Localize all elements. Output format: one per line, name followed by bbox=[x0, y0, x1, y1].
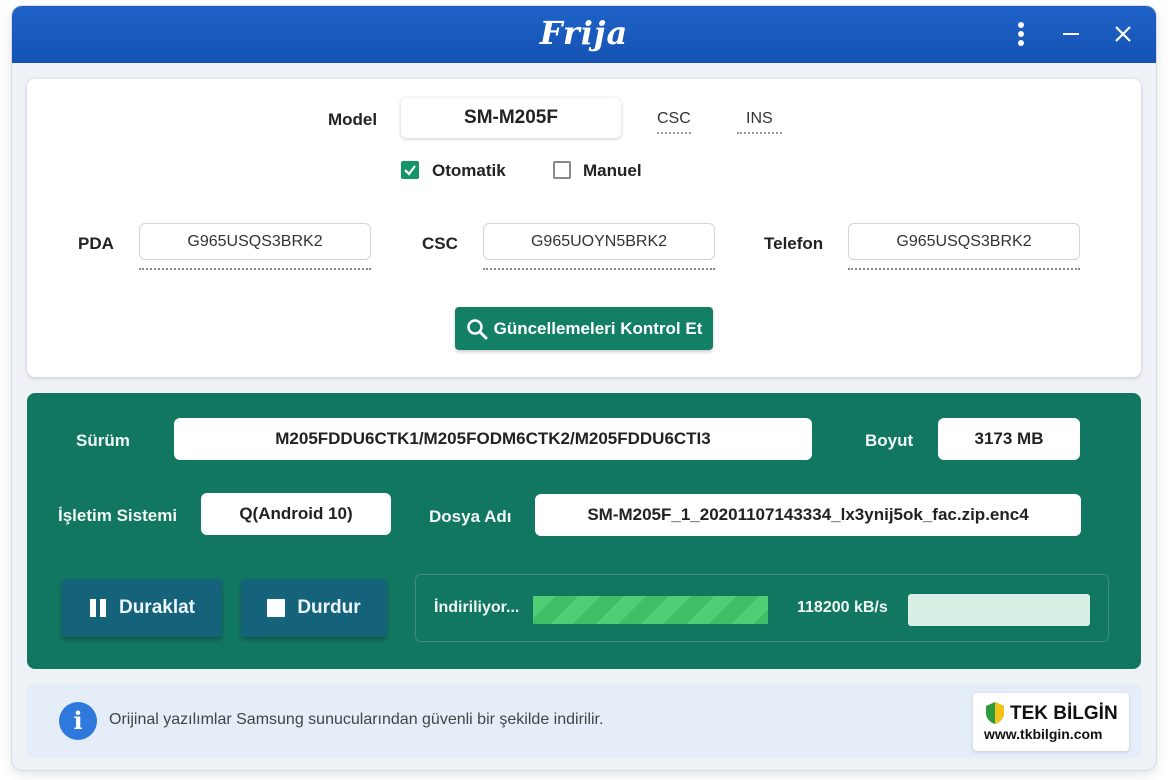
watermark-logo: TEK BİLGİN www.tkbilgin.com bbox=[973, 693, 1129, 751]
download-speed: 118200 kB/s bbox=[797, 599, 888, 616]
pause-button[interactable]: Duraklat bbox=[62, 579, 222, 637]
os-value: Q(Android 10) bbox=[201, 493, 391, 535]
tab-ins[interactable]: INS bbox=[737, 110, 782, 134]
title-bar: Frija bbox=[12, 6, 1156, 63]
stop-button[interactable]: Durdur bbox=[241, 579, 387, 637]
pause-icon bbox=[89, 599, 106, 617]
phone-field[interactable]: G965USQS3BRK2 bbox=[848, 223, 1080, 260]
pda-label: PDA bbox=[78, 234, 114, 253]
manual-checkbox[interactable] bbox=[553, 161, 571, 179]
csc-field[interactable]: G965UOYN5BRK2 bbox=[483, 223, 715, 260]
app-window: Frija Model SM-M205F CSC INS Otomatik Ma… bbox=[12, 6, 1156, 770]
check-updates-button[interactable]: Güncellemeleri Kontrol Et bbox=[455, 307, 713, 350]
manual-label: Manuel bbox=[583, 161, 642, 180]
csc-underline bbox=[483, 268, 715, 270]
auto-checkbox[interactable] bbox=[401, 161, 419, 179]
model-label: Model bbox=[328, 110, 378, 129]
stop-icon bbox=[267, 599, 286, 617]
pda-underline bbox=[139, 268, 371, 270]
download-panel: Sürüm M205FDDU6CTK1/M205FODM6CTK2/M205FD… bbox=[27, 393, 1141, 669]
shield-icon bbox=[986, 702, 1004, 724]
phone-underline bbox=[848, 268, 1080, 270]
auto-label: Otomatik bbox=[432, 161, 506, 180]
download-progress-bar bbox=[533, 596, 768, 624]
pause-label: Duraklat bbox=[118, 597, 196, 618]
version-value: M205FDDU6CTK1/M205FODM6CTK2/M205FDDU6CTI… bbox=[174, 418, 812, 460]
download-status: İndiriliyor... bbox=[434, 599, 520, 616]
file-name-value: SM-M205F_1_20201107143334_lx3ynij5ok_fac… bbox=[535, 494, 1081, 536]
check-updates-label: Güncellemeleri Kontrol Et bbox=[493, 318, 703, 338]
csc-label: CSC bbox=[422, 234, 458, 253]
file-name-label: Dosya Adı bbox=[429, 507, 512, 526]
info-icon: i bbox=[59, 702, 97, 740]
checkmark-icon bbox=[404, 165, 416, 176]
minimize-icon[interactable] bbox=[1053, 16, 1089, 52]
os-label: İşletim Sistemi bbox=[58, 506, 178, 525]
more-options-icon[interactable] bbox=[1003, 16, 1039, 52]
phone-label: Telefon bbox=[764, 234, 824, 253]
watermark-url: www.tkbilgin.com bbox=[984, 726, 1103, 742]
search-icon bbox=[466, 318, 488, 339]
size-value: 3173 MB bbox=[938, 418, 1080, 460]
close-icon[interactable] bbox=[1105, 16, 1141, 52]
info-text: Orijinal yazılımlar Samsung sunucularınd… bbox=[109, 711, 604, 728]
app-title: Frija bbox=[539, 14, 629, 52]
version-label: Sürüm bbox=[76, 431, 130, 450]
progress-area: İndiriliyor... 118200 kB/s bbox=[415, 574, 1109, 642]
search-card: Model SM-M205F CSC INS Otomatik Manuel P… bbox=[27, 79, 1141, 377]
watermark-title: TEK BİLGİN bbox=[1010, 703, 1118, 724]
stop-label: Durdur bbox=[297, 597, 361, 618]
pda-field[interactable]: G965USQS3BRK2 bbox=[139, 223, 371, 260]
model-input[interactable]: SM-M205F bbox=[401, 98, 621, 138]
tab-csc[interactable]: CSC bbox=[657, 110, 691, 134]
size-label: Boyut bbox=[865, 431, 914, 450]
progress-secondary-bar bbox=[908, 594, 1090, 626]
